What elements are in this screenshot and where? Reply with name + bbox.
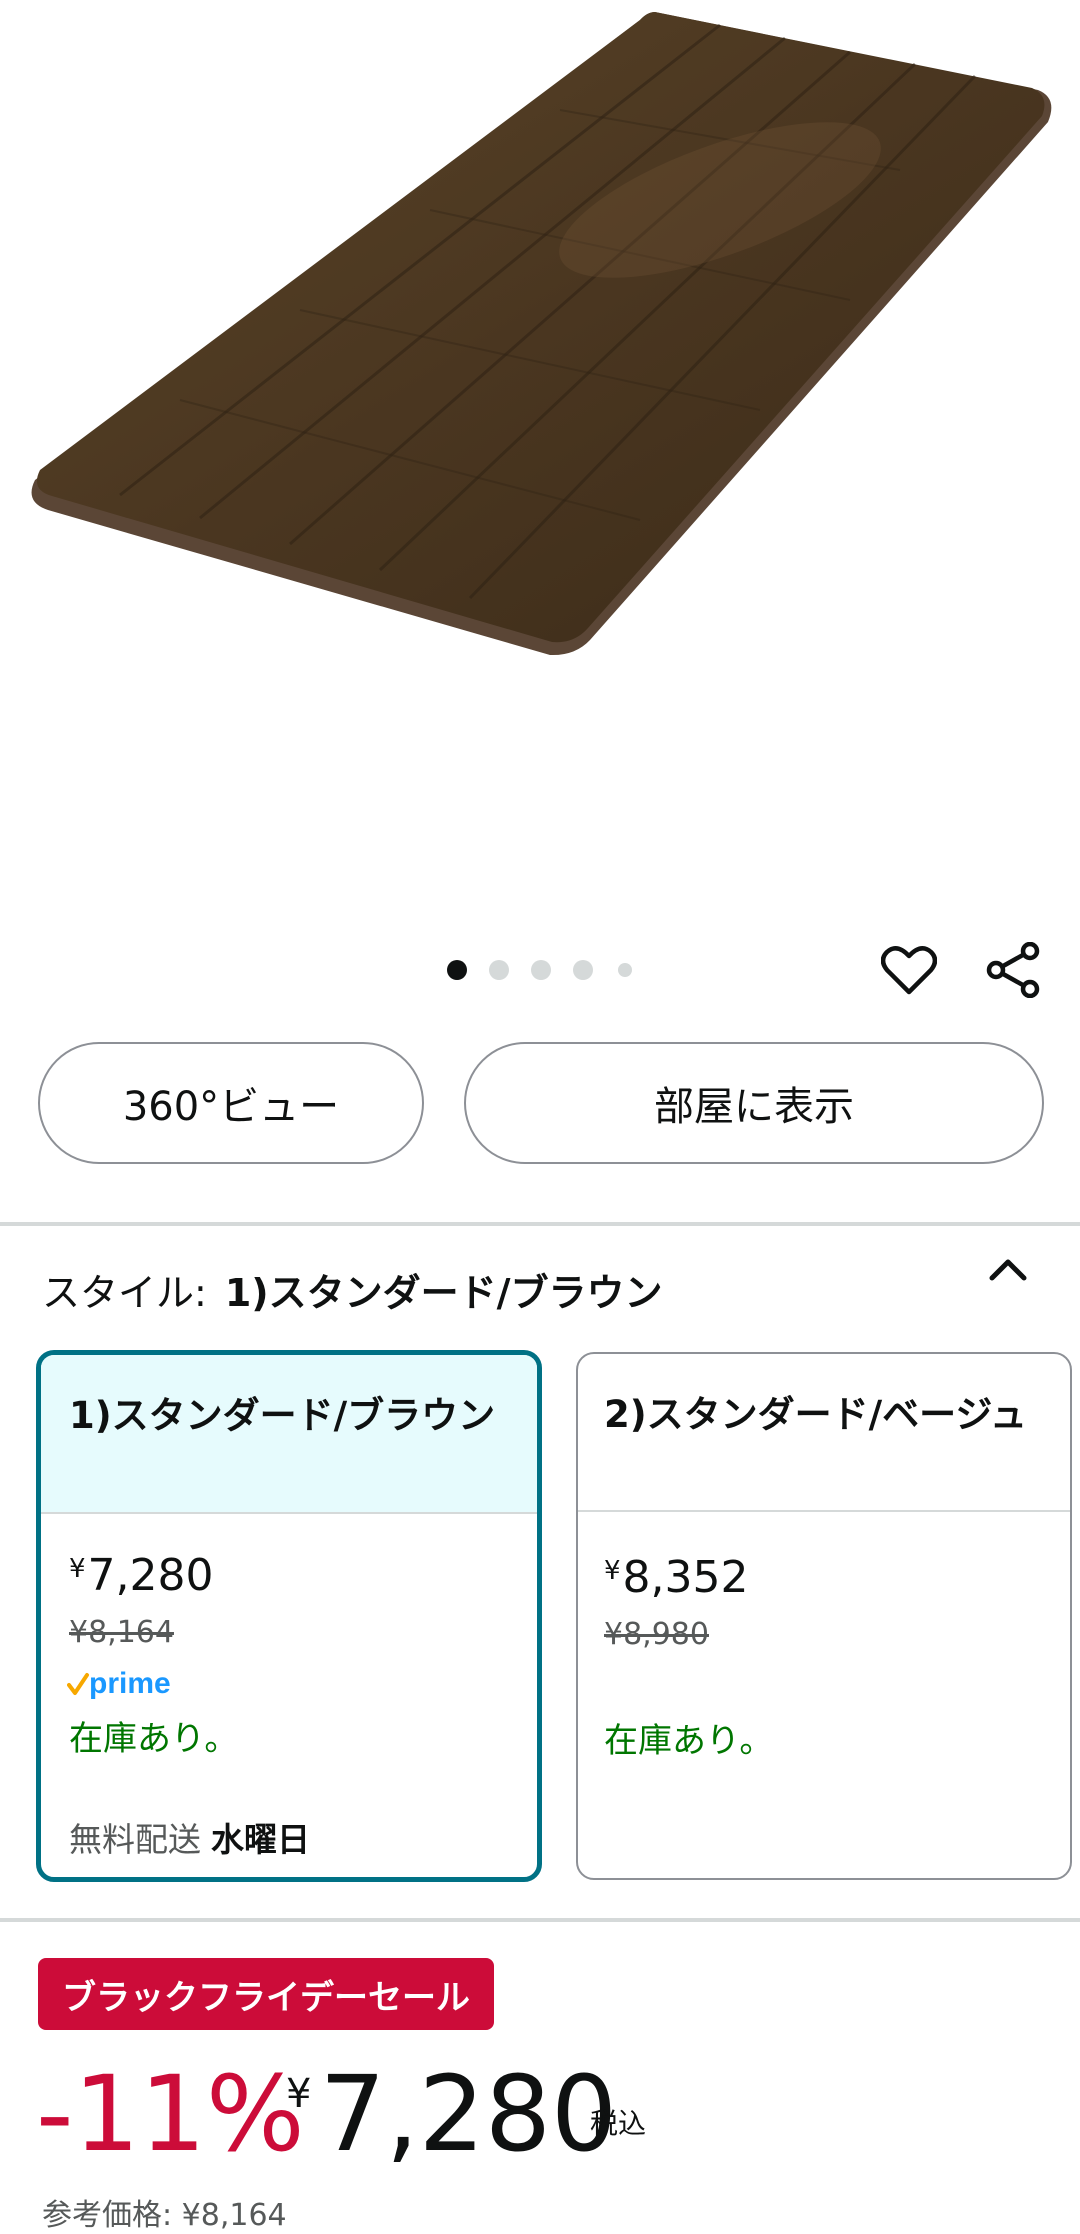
- stock-status: 在庫あり。: [604, 1721, 774, 1761]
- reference-price: 参考価格: ¥8,164: [42, 2198, 287, 2233]
- list-price: ¥8,980: [604, 1617, 709, 1652]
- discount-percent: -11%: [36, 2053, 305, 2175]
- shipping-day: 水曜日: [211, 1820, 310, 1859]
- style-option-name: 2)スタンダード/ベージュ: [604, 1393, 1027, 1436]
- product-image[interactable]: [0, 0, 1080, 920]
- card-divider: [578, 1510, 1070, 1512]
- shipping-label: 無料配送: [69, 1820, 201, 1859]
- carousel-dot-2[interactable]: [489, 960, 509, 980]
- style-option-name: 1)スタンダード/ブラウン: [41, 1355, 537, 1512]
- chevron-up-icon: [989, 1259, 1027, 1281]
- carousel-dot-4[interactable]: [573, 960, 593, 980]
- shipping-info: 無料配送 水曜日: [69, 1813, 310, 1861]
- deal-price: ¥7,280: [286, 2062, 617, 2166]
- style-option-card-beige[interactable]: 2)スタンダード/ベージュ ¥8,352 ¥8,980 在庫あり。: [576, 1352, 1072, 1880]
- style-option-price: ¥8,352: [604, 1552, 749, 1603]
- favorite-button[interactable]: [874, 935, 944, 1005]
- style-label: スタイル:: [42, 1271, 207, 1315]
- carousel-dot-3[interactable]: [531, 960, 551, 980]
- yen-symbol: ¥: [604, 1556, 621, 1586]
- prime-text: prime: [89, 1667, 171, 1700]
- heated-mat-image: [31, 12, 1052, 656]
- tax-label: 税込: [590, 2107, 647, 2140]
- share-button[interactable]: [978, 935, 1048, 1005]
- card-divider: [41, 1512, 537, 1514]
- view-360-button[interactable]: 360°ビュー: [38, 1042, 424, 1164]
- yen-symbol: ¥: [286, 2071, 312, 2117]
- black-friday-badge: ブラックフライデーセール: [38, 1958, 494, 2030]
- stock-status: 在庫あり。: [69, 1719, 239, 1759]
- style-option-card-brown[interactable]: 1)スタンダード/ブラウン ¥7,280 ¥8,164 prime 在庫あり。 …: [36, 1350, 542, 1882]
- view-in-room-button[interactable]: 部屋に表示: [464, 1042, 1044, 1164]
- carousel-dot-1[interactable]: [447, 960, 467, 980]
- price-value: 8,352: [622, 1552, 749, 1603]
- list-price: ¥8,164: [69, 1615, 174, 1650]
- section-divider: [0, 1222, 1080, 1226]
- carousel-dot-5[interactable]: [618, 963, 632, 977]
- heart-icon: [881, 946, 937, 995]
- share-icon: [986, 942, 1040, 998]
- price-value: 7,280: [87, 1550, 214, 1601]
- section-divider: [0, 1918, 1080, 1922]
- style-selector-header[interactable]: スタイル: 1)スタンダード/ブラウン: [42, 1262, 663, 1317]
- style-selected-value: 1)スタンダード/ブラウン: [224, 1271, 663, 1315]
- prime-logo: prime: [67, 1667, 171, 1700]
- check-icon: [67, 1673, 89, 1695]
- style-option-price: ¥7,280: [69, 1550, 214, 1601]
- collapse-button[interactable]: [986, 1254, 1030, 1288]
- yen-symbol: ¥: [69, 1554, 86, 1584]
- view-in-room-label: 部屋に表示: [654, 1084, 854, 1130]
- view-360-label: 360°ビュー: [122, 1084, 340, 1130]
- prime-badge: prime: [67, 1665, 183, 1705]
- deal-price-value: 7,280: [319, 2053, 618, 2175]
